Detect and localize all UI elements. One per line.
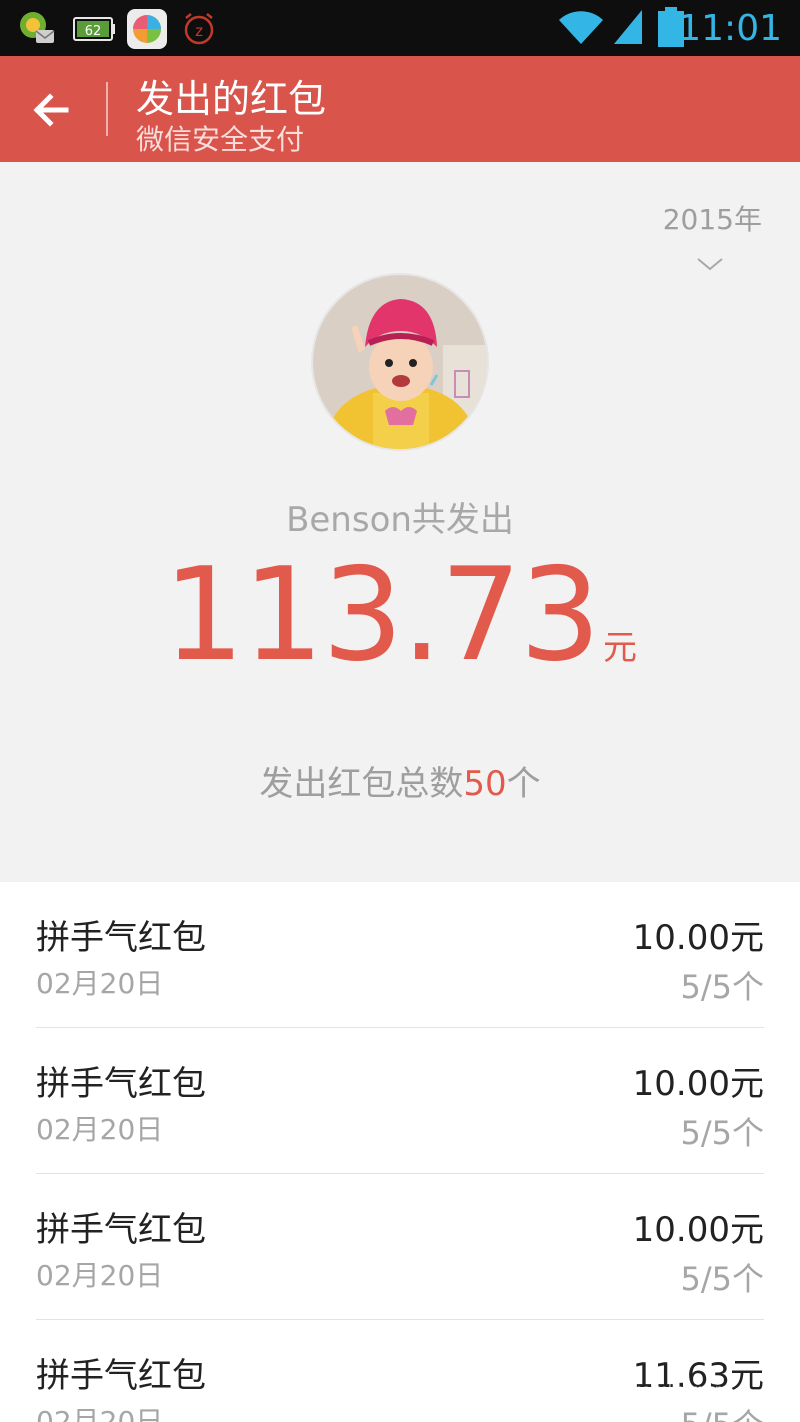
item-date: 02月20日: [36, 1405, 164, 1422]
summary-panel: 2015年 Benson共发出 113.73 元 发出红包总数50个: [0, 162, 800, 882]
alarm-icon: z: [184, 13, 214, 45]
red-packet-list: 拼手气红包 02月20日 10.00元 5/5个 拼手气红包 02月20日 10…: [0, 882, 800, 1422]
sender-label: Benson共发出: [286, 500, 514, 540]
total-amount-row: 113.73 元: [0, 552, 800, 680]
status-bar: 62 z 11:01: [0, 0, 800, 56]
item-amount: 10.00元: [632, 918, 764, 958]
battery-badge: 62: [85, 24, 102, 39]
total-amount: 113.73: [163, 541, 601, 690]
page-title: 发出的红包: [136, 77, 327, 121]
item-title: 拼手气红包: [36, 918, 206, 958]
item-count: 5/5个: [680, 968, 764, 1006]
item-count: 5/5个: [680, 1114, 764, 1152]
signal-icon: [614, 10, 642, 44]
wifi-icon: [559, 11, 603, 44]
chevron-down-icon[interactable]: [696, 256, 724, 272]
list-item[interactable]: 拼手气红包 02月20日 10.00元 5/5个: [0, 1174, 800, 1320]
item-date: 02月20日: [36, 1259, 164, 1292]
clock: 11:01: [678, 8, 782, 49]
year-selector[interactable]: 2015年: [663, 198, 762, 238]
item-title: 拼手气红包: [36, 1210, 206, 1250]
avatar[interactable]: [311, 273, 489, 451]
total-count: 发出红包总数50个: [0, 756, 800, 805]
item-title: 拼手气红包: [36, 1356, 206, 1396]
currency-unit: 元: [602, 628, 637, 668]
battery-62-icon: 62: [73, 17, 115, 41]
watermark-text: bbs.zol.com.cn: [626, 1383, 723, 1398]
item-title: 拼手气红包: [36, 1064, 206, 1104]
arrow-left-icon[interactable]: [26, 86, 80, 134]
list-item[interactable]: 拼手气红包 02月20日 10.00元 5/5个: [0, 882, 800, 1028]
count-prefix: 发出红包总数: [259, 764, 464, 804]
svg-text:z: z: [195, 22, 203, 40]
count-value: 50: [463, 764, 507, 804]
app-store-icon: [127, 9, 167, 49]
item-count: 5/5个: [680, 1260, 764, 1298]
item-amount: 10.00元: [632, 1064, 764, 1104]
count-suffix: 个: [506, 764, 541, 804]
list-item[interactable]: 拼手气红包 02月20日 10.00元 5/5个: [0, 1028, 800, 1174]
zol-watermark-logo: bbs.zol.com.cn: [590, 1358, 723, 1398]
title-bar: 发出的红包 微信安全支付: [0, 56, 800, 162]
item-date: 02月20日: [36, 1113, 164, 1146]
avatar-photo: [313, 275, 487, 449]
item-date: 02月20日: [36, 967, 164, 1000]
page-subtitle: 微信安全支付: [136, 123, 305, 156]
item-amount: 10.00元: [632, 1210, 764, 1250]
item-count: 5/5个: [680, 1400, 764, 1422]
wechat-mail-icon: [20, 12, 55, 43]
title-divider: [106, 82, 108, 136]
